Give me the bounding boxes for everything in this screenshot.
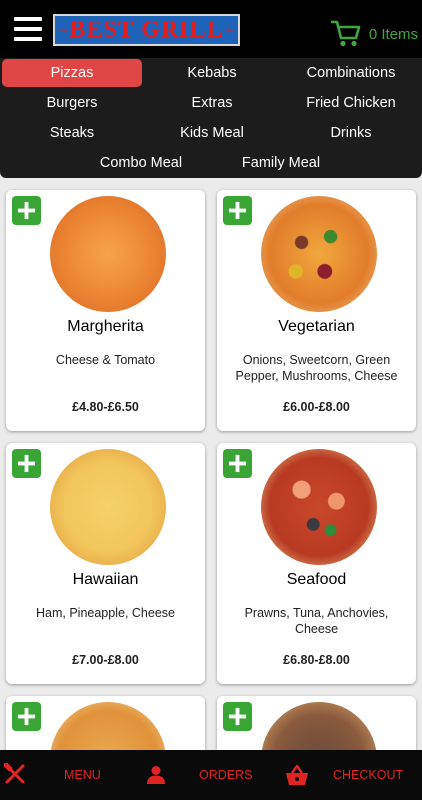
add-to-cart-button[interactable] xyxy=(223,702,252,731)
bottom-nav-orders[interactable]: ORDERS xyxy=(140,750,280,800)
bottom-nav-checkout-label: CHECKOUT xyxy=(333,768,404,782)
plus-icon xyxy=(228,707,247,726)
product-description: Cheese & Tomato xyxy=(55,353,156,367)
category-combo-meal[interactable]: Combo Meal xyxy=(71,149,211,177)
bottom-nav-orders-label: ORDERS xyxy=(199,768,253,782)
category-steaks[interactable]: Steaks xyxy=(2,119,142,147)
add-to-cart-button[interactable] xyxy=(12,702,41,731)
product-card-vegetarian[interactable]: Vegetarian Onions, Sweetcorn, Green Pepp… xyxy=(217,190,416,431)
product-description: Ham, Pineapple, Cheese xyxy=(36,606,175,620)
plus-icon xyxy=(17,454,36,473)
category-drinks[interactable]: Drinks xyxy=(282,119,420,147)
category-kids-meal[interactable]: Kids Meal xyxy=(142,119,282,147)
category-fried-chicken[interactable]: Fried Chicken xyxy=(282,89,420,117)
product-name: Seafood xyxy=(286,571,347,588)
product-price: £6.80-£8.00 xyxy=(283,653,350,667)
category-extras[interactable]: Extras xyxy=(142,89,282,117)
user-icon xyxy=(147,766,165,784)
shopping-cart-icon xyxy=(330,20,361,47)
plus-icon xyxy=(17,201,36,220)
category-burgers[interactable]: Burgers xyxy=(2,89,142,117)
cart-item-count: 0 Items xyxy=(368,25,418,43)
brand-logo[interactable]: + BEST GRILL + xyxy=(53,14,240,46)
bottom-nav-checkout[interactable]: CHECKOUT xyxy=(280,750,422,800)
category-nav: Pizzas Kebabs Combinations Burgers Extra… xyxy=(0,58,422,178)
bottom-nav-menu[interactable]: MENU xyxy=(0,750,140,800)
product-name: Hawaiian xyxy=(72,571,139,588)
category-family-meal[interactable]: Family Meal xyxy=(211,149,351,177)
logo-plus-left: + xyxy=(59,22,69,39)
product-card-hawaiian[interactable]: Hawaiian Ham, Pineapple, Cheese £7.00-£8… xyxy=(6,443,205,684)
product-price: £4.80-£6.50 xyxy=(72,400,139,414)
product-card-seafood[interactable]: Seafood Prawns, Tuna, Anchovies, Cheese … xyxy=(217,443,416,684)
category-pizzas[interactable]: Pizzas xyxy=(2,59,142,87)
product-price: £7.00-£8.00 xyxy=(72,653,139,667)
bottom-nav-menu-label: MENU xyxy=(64,768,101,782)
product-image xyxy=(50,196,166,312)
product-card-margherita[interactable]: Margherita Cheese & Tomato £4.80-£6.50 xyxy=(6,190,205,431)
logo-text: BEST GRILL xyxy=(69,16,224,43)
fork-knife-icon xyxy=(4,763,25,784)
category-kebabs[interactable]: Kebabs xyxy=(142,59,282,87)
add-to-cart-button[interactable] xyxy=(12,196,41,225)
product-image xyxy=(261,196,377,312)
hamburger-menu-icon[interactable] xyxy=(14,17,42,41)
product-price: £6.00-£8.00 xyxy=(283,400,350,414)
product-name: Vegetarian xyxy=(278,318,355,335)
app-root: + BEST GRILL + 0 Items Pizzas Kebabs Com… xyxy=(0,0,422,800)
basket-icon xyxy=(286,764,308,785)
product-image xyxy=(261,449,377,565)
category-combinations[interactable]: Combinations xyxy=(282,59,420,87)
plus-icon xyxy=(228,201,247,220)
top-header: + BEST GRILL + 0 Items xyxy=(0,0,422,58)
add-to-cart-button[interactable] xyxy=(223,449,252,478)
add-to-cart-button[interactable] xyxy=(223,196,252,225)
add-to-cart-button[interactable] xyxy=(12,449,41,478)
product-name: Margherita xyxy=(67,318,144,335)
bottom-nav-bar: MENU ORDERS CHECKOUT xyxy=(0,750,422,800)
product-description: Prawns, Tuna, Anchovies, Cheese xyxy=(244,606,389,636)
cart-button[interactable]: 0 Items xyxy=(330,20,418,48)
plus-icon xyxy=(228,454,247,473)
product-description: Onions, Sweetcorn, Green Pepper, Mushroo… xyxy=(235,353,398,383)
product-image xyxy=(50,449,166,565)
plus-icon xyxy=(17,707,36,726)
logo-plus-right: + xyxy=(224,22,234,39)
